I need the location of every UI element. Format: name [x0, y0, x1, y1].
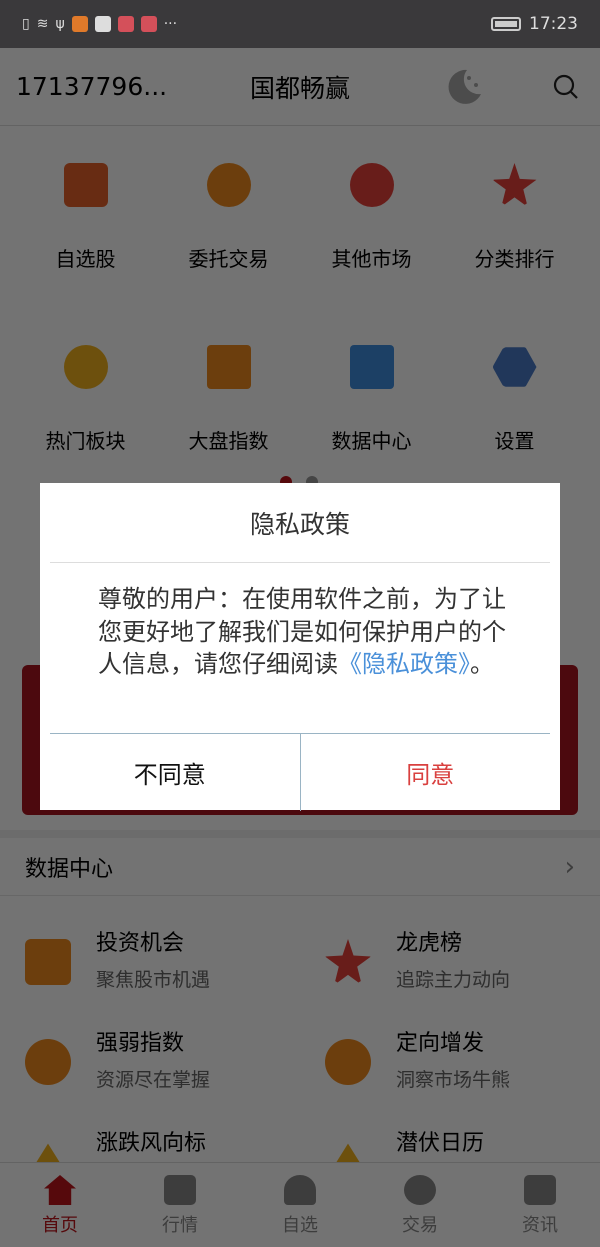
chevron-right-icon: ›	[564, 851, 575, 882]
item-subtitle: 洞察市场牛熊	[396, 1069, 511, 1091]
account-number[interactable]: 17137796...	[16, 72, 167, 101]
grid-item-hot-sectors[interactable]: 热门板块	[14, 312, 157, 494]
search-icon[interactable]	[553, 74, 579, 100]
grid-item-settings[interactable]: 设置	[443, 312, 586, 494]
item-subtitle: 聚焦股市机遇	[96, 969, 211, 991]
shield-list-icon	[25, 939, 71, 985]
item-title: 龙虎榜	[396, 931, 463, 956]
grid-label: 数据中心	[331, 429, 412, 453]
app-notification-icon	[140, 16, 157, 32]
item-title: 投资机会	[96, 931, 185, 956]
function-grid: 自选股 委托交易 其他市场 分类排行 热门板块 大盘指数 数据中心 设置	[0, 130, 600, 494]
status-bar: ▯ ≋ ψ ··· 17:23	[0, 0, 600, 48]
decline-button[interactable]: 不同意	[40, 734, 301, 811]
tab-news[interactable]: 资讯	[480, 1163, 600, 1247]
sim-alert-icon: ▯	[22, 16, 30, 32]
dialog-text-end: 。	[470, 650, 494, 678]
trade-icon	[206, 163, 251, 207]
app-header: 国都畅赢 17137796...	[0, 48, 600, 126]
section-title: 数据中心	[25, 856, 114, 882]
trend-chart-icon	[206, 345, 251, 389]
grid-label: 自选股	[55, 247, 116, 271]
tab-label: 交易	[402, 1215, 438, 1236]
tab-label: 首页	[42, 1215, 78, 1236]
privacy-policy-link[interactable]: 《隐私政策》	[338, 650, 470, 678]
tab-label: 行情	[162, 1215, 198, 1236]
list-item[interactable]: 投资机会聚焦股市机遇	[0, 905, 300, 1005]
privacy-policy-dialog: 隐私政策 尊敬的用户：在使用软件之前，为了让您更好地了解我们是如何保护用户的个人…	[40, 483, 561, 811]
item-title: 涨跌风向标	[96, 1131, 207, 1156]
usb-icon: ψ	[55, 16, 65, 32]
settings-hexagon-icon	[492, 347, 537, 387]
data-center-list: 投资机会聚焦股市机遇 龙虎榜追踪主力动向 强弱指数资源尽在掌握 定向增发洞察市场…	[0, 905, 600, 1205]
cycle-icon	[25, 1039, 71, 1085]
dialog-body: 尊敬的用户：在使用软件之前，为了让您更好地了解我们是如何保护用户的个人信息，请您…	[40, 563, 560, 733]
home-icon	[44, 1175, 76, 1205]
section-header-data-center[interactable]: 数据中心 ›	[0, 830, 600, 896]
battery-icon	[491, 17, 521, 31]
item-title: 潜伏日历	[396, 1131, 485, 1156]
tab-label: 资讯	[522, 1215, 558, 1236]
more-notifications: ···	[163, 16, 178, 32]
star-chart-icon	[325, 939, 371, 985]
grid-item-watchlist[interactable]: 自选股	[14, 130, 157, 312]
app-notification-icon	[94, 16, 111, 32]
star-chart-icon	[492, 163, 537, 207]
app-notification-icon	[71, 16, 88, 32]
tab-trade[interactable]: 交易	[360, 1163, 480, 1247]
grid-label: 委托交易	[188, 247, 269, 271]
grid-label: 热门板块	[45, 429, 126, 453]
bottom-tab-bar: 首页 行情 自选 交易 资讯	[0, 1162, 600, 1247]
grid-item-market-index[interactable]: 大盘指数	[157, 312, 300, 494]
app-notification-icon	[117, 16, 134, 32]
list-item[interactable]: 定向增发洞察市场牛熊	[300, 1005, 600, 1105]
list-item[interactable]: 龙虎榜 追踪主力动向	[300, 905, 600, 1005]
wifi-icon: ≋	[36, 16, 49, 32]
clipboard-icon	[349, 345, 394, 389]
grid-label: 大盘指数	[188, 429, 269, 453]
item-title: 定向增发	[396, 1031, 485, 1056]
tab-home[interactable]: 首页	[0, 1163, 120, 1247]
item-subtitle: 资源尽在掌握	[96, 1069, 211, 1091]
grid-item-ranking[interactable]: 分类排行	[443, 130, 586, 312]
night-mode-icon[interactable]	[443, 66, 485, 108]
yuan-icon	[404, 1175, 436, 1205]
pie-chart-icon	[63, 345, 108, 389]
grid-item-data-center[interactable]: 数据中心	[300, 312, 443, 494]
item-subtitle: 追踪主力动向	[396, 969, 511, 991]
cycle-icon	[325, 1039, 371, 1085]
list-item[interactable]: 强弱指数资源尽在掌握	[0, 1005, 300, 1105]
item-title: 强弱指数	[96, 1031, 185, 1056]
accept-button[interactable]: 同意	[301, 734, 561, 811]
tab-market[interactable]: 行情	[120, 1163, 240, 1247]
tab-label: 自选	[282, 1215, 318, 1236]
tab-watchlist[interactable]: 自选	[240, 1163, 360, 1247]
clock: 17:23	[529, 14, 578, 34]
compass-icon	[349, 163, 394, 207]
grid-label: 设置	[494, 429, 535, 453]
dialog-title: 隐私政策	[249, 509, 350, 539]
grid-item-trade[interactable]: 委托交易	[157, 130, 300, 312]
line-chart-icon	[164, 1175, 196, 1205]
news-icon	[524, 1175, 556, 1205]
user-icon	[284, 1175, 316, 1205]
grid-label: 其他市场	[331, 247, 412, 271]
grid-label: 分类排行	[474, 247, 555, 271]
grid-item-other-markets[interactable]: 其他市场	[300, 130, 443, 312]
watchlist-icon	[63, 163, 108, 207]
